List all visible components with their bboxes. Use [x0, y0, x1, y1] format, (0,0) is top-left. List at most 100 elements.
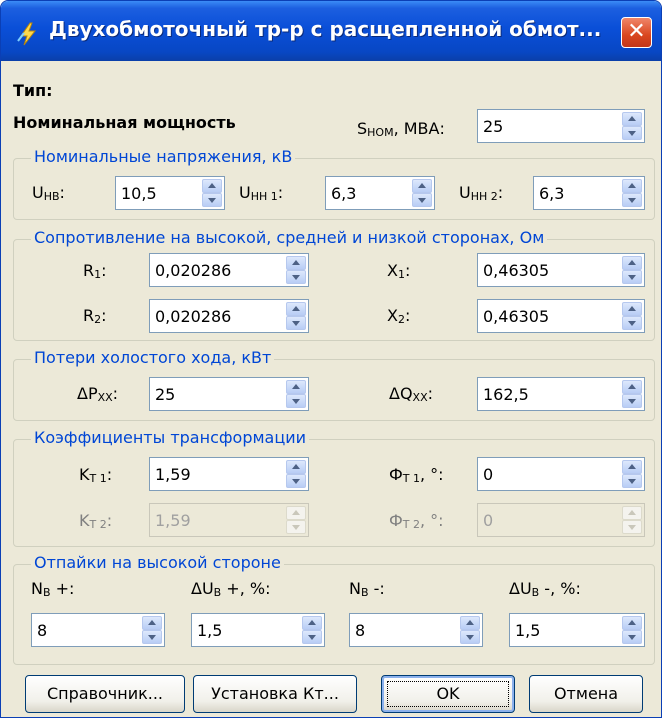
spin-up-icon[interactable] — [622, 380, 642, 394]
u-nn2-spinbox[interactable] — [533, 176, 645, 210]
spin-up-icon[interactable] — [286, 380, 306, 394]
spin-up-icon[interactable] — [622, 179, 642, 193]
r2-label: R2: — [83, 306, 107, 326]
spin-down-icon[interactable] — [622, 270, 642, 284]
spin-up-icon[interactable] — [286, 302, 306, 316]
dp-xx-input[interactable] — [150, 378, 282, 410]
lightning-bolt-icon — [17, 22, 37, 46]
ft1-input[interactable] — [478, 458, 618, 490]
kt2-label: KТ 2: — [79, 511, 113, 531]
reference-button[interactable]: Справочник... — [25, 675, 185, 713]
dub-minus-input[interactable] — [510, 614, 618, 646]
spin-up-icon[interactable] — [622, 112, 642, 126]
spin-down-icon[interactable] — [142, 630, 162, 644]
ft2-input — [478, 504, 618, 536]
kt2-input — [150, 504, 282, 536]
nb-minus-label: NВ -: — [349, 579, 385, 599]
spin-down-icon[interactable] — [286, 316, 306, 330]
set-kt-button[interactable]: Установка Кт... — [193, 675, 357, 713]
s-nom-label: SНОМ, МВА: — [357, 119, 445, 139]
u-nv-label: UНВ: — [32, 183, 65, 203]
u-nv-input[interactable] — [116, 177, 198, 209]
x2-label: X2: — [387, 306, 411, 326]
nb-minus-input[interactable] — [350, 614, 456, 646]
title-bar[interactable]: Двухобмоточный тр-р с расщепленной обмот… — [1, 1, 661, 61]
u-nn2-input[interactable] — [534, 177, 618, 209]
dq-xx-input[interactable] — [478, 378, 618, 410]
nb-plus-spinbox[interactable] — [31, 613, 165, 647]
type-label: Тип: — [13, 81, 53, 100]
nb-plus-label: NВ +: — [31, 579, 75, 599]
ratios-legend: Коэффициенты трансформации — [31, 428, 310, 447]
spin-down-icon[interactable] — [622, 126, 642, 140]
nb-plus-input[interactable] — [32, 614, 138, 646]
ft2-spinbox — [477, 503, 645, 537]
spin-down-icon[interactable] — [460, 630, 480, 644]
spin-down-icon[interactable] — [286, 474, 306, 488]
losses-legend: Потери холостого хода, кВт — [31, 348, 275, 367]
ft1-spinbox[interactable] — [477, 457, 645, 491]
x2-input[interactable] — [478, 300, 618, 332]
dp-xx-label: ΔPХХ: — [77, 384, 119, 404]
spin-up-icon[interactable] — [286, 460, 306, 474]
dq-xx-spinbox[interactable] — [477, 377, 645, 411]
dub-minus-label: ΔUВ -, %: — [509, 579, 581, 599]
dub-minus-spinbox[interactable] — [509, 613, 645, 647]
spin-down-icon[interactable] — [622, 630, 642, 644]
cancel-button[interactable]: Отмена — [529, 675, 643, 713]
r2-input[interactable] — [150, 300, 282, 332]
spin-up-icon[interactable] — [142, 616, 162, 630]
spin-up-icon — [286, 506, 306, 520]
transformer-dialog: Двухобмоточный тр-р с расщепленной обмот… — [0, 0, 662, 718]
spin-up-icon[interactable] — [302, 616, 322, 630]
kt1-spinbox[interactable] — [149, 457, 309, 491]
dub-plus-input[interactable] — [192, 614, 298, 646]
x1-label: X1: — [387, 261, 411, 281]
spin-down-icon[interactable] — [622, 474, 642, 488]
close-icon: ✕ — [627, 19, 646, 44]
u-nn2-label: UНН 2: — [459, 183, 504, 203]
close-button[interactable]: ✕ — [621, 17, 652, 48]
spin-down-icon[interactable] — [412, 193, 432, 207]
x1-input[interactable] — [478, 254, 618, 286]
s-nom-input[interactable] — [478, 110, 618, 142]
kt2-spinbox — [149, 503, 309, 537]
voltages-legend: Номинальные напряжения, кВ — [31, 147, 296, 166]
spin-up-icon[interactable] — [622, 616, 642, 630]
spin-down-icon[interactable] — [202, 193, 222, 207]
spin-up-icon[interactable] — [202, 179, 222, 193]
spin-up-icon[interactable] — [412, 179, 432, 193]
nb-minus-spinbox[interactable] — [349, 613, 483, 647]
nominal-power-label: Номинальная мощность — [13, 113, 236, 132]
ft2-label: ФТ 2, °: — [389, 511, 444, 531]
x2-spinbox[interactable] — [477, 299, 645, 333]
spin-down-icon[interactable] — [622, 394, 642, 408]
spin-up-icon[interactable] — [460, 616, 480, 630]
u-nn1-spinbox[interactable] — [325, 176, 435, 210]
u-nv-spinbox[interactable] — [115, 176, 225, 210]
spin-down-icon — [286, 520, 306, 534]
ok-button[interactable]: OK — [381, 675, 515, 713]
r2-spinbox[interactable] — [149, 299, 309, 333]
dub-plus-spinbox[interactable] — [191, 613, 325, 647]
x1-spinbox[interactable] — [477, 253, 645, 287]
spin-up-icon[interactable] — [622, 460, 642, 474]
spin-down-icon[interactable] — [286, 270, 306, 284]
spin-down-icon[interactable] — [622, 316, 642, 330]
r1-spinbox[interactable] — [149, 253, 309, 287]
spin-down-icon[interactable] — [302, 630, 322, 644]
spin-down-icon[interactable] — [622, 193, 642, 207]
spin-up-icon[interactable] — [622, 302, 642, 316]
spin-up-icon[interactable] — [622, 256, 642, 270]
kt1-input[interactable] — [150, 458, 282, 490]
dub-plus-label: ΔUВ +, %: — [191, 579, 271, 599]
s-nom-spinbox[interactable] — [477, 109, 645, 143]
spin-up-icon[interactable] — [286, 256, 306, 270]
r1-input[interactable] — [150, 254, 282, 286]
window-title: Двухобмоточный тр-р с расщепленной обмот… — [49, 17, 602, 41]
u-nn1-input[interactable] — [326, 177, 408, 209]
dp-xx-spinbox[interactable] — [149, 377, 309, 411]
ft1-label: ФТ 1, °: — [389, 465, 444, 485]
dq-xx-label: ΔQХХ: — [389, 384, 434, 404]
spin-down-icon[interactable] — [286, 394, 306, 408]
